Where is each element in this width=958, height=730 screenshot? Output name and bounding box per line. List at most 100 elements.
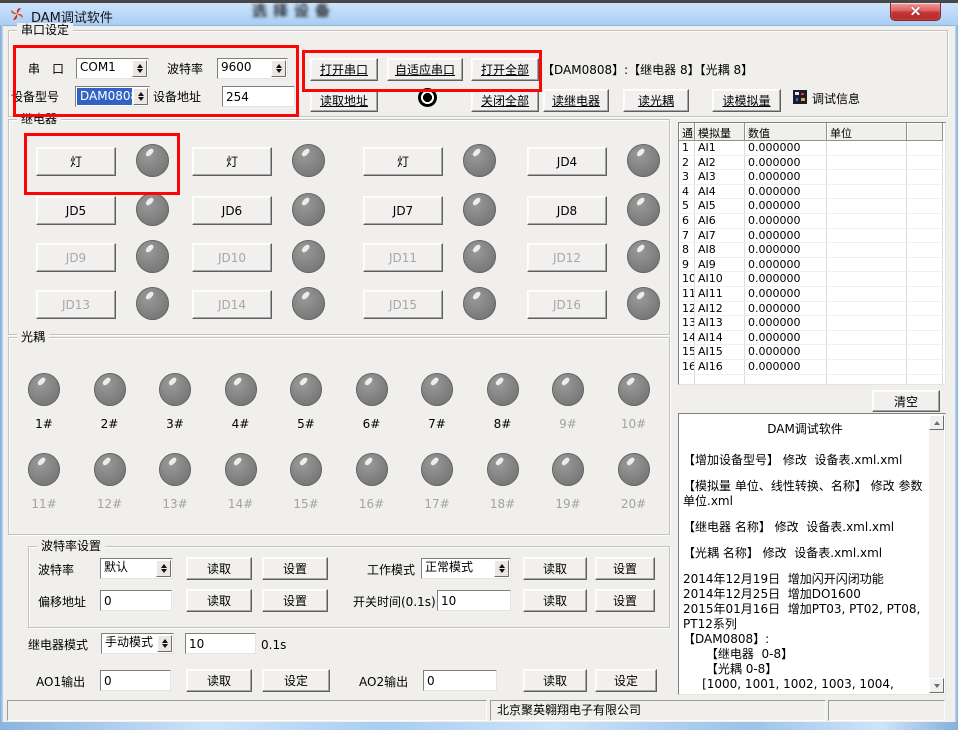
analog-cell bbox=[827, 243, 907, 257]
relay-lamp-10 bbox=[292, 240, 325, 273]
read-analog-button[interactable]: 读模拟量 bbox=[712, 89, 781, 112]
info-line-10: 【继电器 0-8】 bbox=[683, 647, 927, 662]
relay-button-7[interactable]: JD7 bbox=[363, 196, 443, 225]
table-header-2[interactable]: 模拟量 bbox=[695, 123, 745, 141]
ao1-set-button[interactable]: 设定 bbox=[262, 669, 330, 692]
combo-arrow-icon[interactable] bbox=[494, 560, 509, 577]
relay-lamp-1 bbox=[136, 144, 169, 177]
relay-mode-time-unit: 0.1s bbox=[261, 638, 286, 652]
analog-row-8[interactable]: 8AI80.000000 bbox=[679, 243, 945, 258]
analog-cell: 0.000000 bbox=[745, 156, 827, 170]
opto-lamp-20 bbox=[618, 453, 650, 486]
ao1-input[interactable] bbox=[100, 670, 171, 691]
relay-button-11[interactable]: JD11 bbox=[363, 243, 443, 272]
offset-input[interactable] bbox=[100, 590, 172, 611]
clear-button[interactable]: 清空 bbox=[872, 390, 940, 412]
analog-row-13[interactable]: 13AI130.000000 bbox=[679, 316, 945, 331]
baud2-select[interactable]: 默认 bbox=[100, 558, 173, 579]
model-select[interactable]: DAM0808 bbox=[75, 86, 150, 107]
relay-button-9[interactable]: JD9 bbox=[36, 243, 116, 272]
analog-row-2[interactable]: 2AI20.000000 bbox=[679, 156, 945, 171]
scroll-down-button[interactable] bbox=[929, 678, 944, 693]
baud-read-button[interactable]: 读取 bbox=[186, 557, 252, 580]
combo-arrow-icon[interactable] bbox=[157, 635, 172, 652]
analog-row-12[interactable]: 12AI120.000000 bbox=[679, 302, 945, 317]
relay-button-16[interactable]: JD16 bbox=[527, 290, 607, 319]
info-line-4: 【继电器 名称】 修改 设备表.xml.xml bbox=[683, 520, 927, 535]
opto-label-14: 14# bbox=[219, 497, 263, 511]
relay-button-2[interactable]: 灯 bbox=[192, 147, 272, 176]
relay-button-13[interactable]: JD13 bbox=[36, 290, 116, 319]
read-opto-button[interactable]: 读光耦 bbox=[623, 89, 689, 112]
offset-set-button[interactable]: 设置 bbox=[262, 589, 328, 612]
relay-mode-select[interactable]: 手动模式 bbox=[101, 633, 174, 654]
relay-button-5[interactable]: JD5 bbox=[36, 196, 116, 225]
relay-button-4[interactable]: JD4 bbox=[527, 147, 607, 176]
analog-cell bbox=[907, 185, 943, 199]
analog-row-6[interactable]: 6AI60.000000 bbox=[679, 214, 945, 229]
read-relay-button[interactable]: 读继电器 bbox=[543, 89, 609, 112]
combo-arrow-icon[interactable] bbox=[156, 560, 171, 577]
table-header-3[interactable]: 数值 bbox=[745, 123, 827, 141]
analog-row-14[interactable]: 14AI140.000000 bbox=[679, 331, 945, 346]
ao2-input[interactable] bbox=[423, 670, 497, 691]
work-mode-set-button[interactable]: 设置 bbox=[595, 557, 655, 580]
table-header-5[interactable] bbox=[907, 123, 943, 141]
address-input[interactable] bbox=[222, 86, 295, 107]
table-header-1[interactable]: 通 bbox=[679, 123, 695, 141]
opto-label-12: 12# bbox=[88, 497, 132, 511]
work-mode-read-button[interactable]: 读取 bbox=[523, 557, 587, 580]
analog-row-16[interactable]: 16AI160.000000 bbox=[679, 360, 945, 375]
scroll-up-button[interactable] bbox=[929, 415, 944, 430]
analog-row-1[interactable]: 1AI10.000000 bbox=[679, 141, 945, 156]
baud-set-button[interactable]: 设置 bbox=[262, 557, 328, 580]
switch-time-read-button[interactable]: 读取 bbox=[523, 589, 587, 612]
relay-button-14[interactable]: JD14 bbox=[192, 290, 272, 319]
analog-cell: AI16 bbox=[695, 360, 745, 374]
analog-row-7[interactable]: 7AI70.000000 bbox=[679, 229, 945, 244]
analog-row-10[interactable]: 10AI100.000000 bbox=[679, 272, 945, 287]
ao2-set-button[interactable]: 设定 bbox=[595, 669, 657, 692]
analog-row-3[interactable]: 3AI30.000000 bbox=[679, 170, 945, 185]
switch-time-set-button[interactable]: 设置 bbox=[595, 589, 655, 612]
close-all-button[interactable]: 关闭全部 bbox=[471, 89, 539, 112]
relay-button-12[interactable]: JD12 bbox=[527, 243, 607, 272]
relay-button-8[interactable]: JD8 bbox=[527, 196, 607, 225]
ao1-read-button[interactable]: 读取 bbox=[186, 669, 252, 692]
info-panel-scrollbar[interactable] bbox=[929, 415, 944, 693]
relay-button-1[interactable]: 灯 bbox=[36, 147, 116, 176]
ao2-read-button[interactable]: 读取 bbox=[523, 669, 587, 692]
relay-mode-time-input[interactable] bbox=[185, 633, 256, 654]
relay-lamp-15 bbox=[463, 287, 496, 320]
open-all-button[interactable]: 打开全部 bbox=[471, 58, 539, 81]
table-header-4[interactable]: 单位 bbox=[827, 123, 907, 141]
analog-cell: AI4 bbox=[695, 185, 745, 199]
relay-button-3[interactable]: 灯 bbox=[363, 147, 443, 176]
open-serial-button[interactable]: 打开串口 bbox=[310, 58, 378, 81]
auto-serial-button[interactable]: 自适应串口 bbox=[387, 58, 463, 81]
relay-button-10[interactable]: JD10 bbox=[192, 243, 272, 272]
relay-button-15[interactable]: JD15 bbox=[363, 290, 443, 319]
close-button[interactable] bbox=[890, 3, 941, 21]
analog-cell bbox=[907, 243, 943, 257]
baud-select[interactable]: 9600 bbox=[217, 58, 288, 79]
combo-arrow-icon[interactable] bbox=[271, 60, 286, 77]
analog-row-4[interactable]: 4AI40.000000 bbox=[679, 185, 945, 200]
work-mode-select[interactable]: 正常模式 bbox=[421, 558, 511, 579]
analog-row-15[interactable]: 15AI150.000000 bbox=[679, 345, 945, 360]
analog-cell: AI11 bbox=[695, 287, 745, 301]
background-window-title: 选择设备 bbox=[252, 0, 412, 17]
combo-arrow-icon[interactable] bbox=[132, 60, 147, 77]
relay-button-6[interactable]: JD6 bbox=[192, 196, 272, 225]
read-address-button[interactable]: 读取地址 bbox=[310, 89, 378, 112]
title-bar bbox=[0, 3, 958, 26]
analog-row-5[interactable]: 5AI50.000000 bbox=[679, 199, 945, 214]
analog-row-11[interactable]: 11AI110.000000 bbox=[679, 287, 945, 302]
analog-cell: 0.000000 bbox=[745, 316, 827, 330]
analog-cell bbox=[827, 258, 907, 272]
analog-row-9[interactable]: 9AI90.000000 bbox=[679, 258, 945, 273]
port-select[interactable]: COM1 bbox=[76, 58, 149, 79]
offset-read-button[interactable]: 读取 bbox=[186, 589, 252, 612]
combo-arrow-icon[interactable] bbox=[133, 88, 148, 105]
switch-time-input[interactable] bbox=[437, 590, 511, 611]
